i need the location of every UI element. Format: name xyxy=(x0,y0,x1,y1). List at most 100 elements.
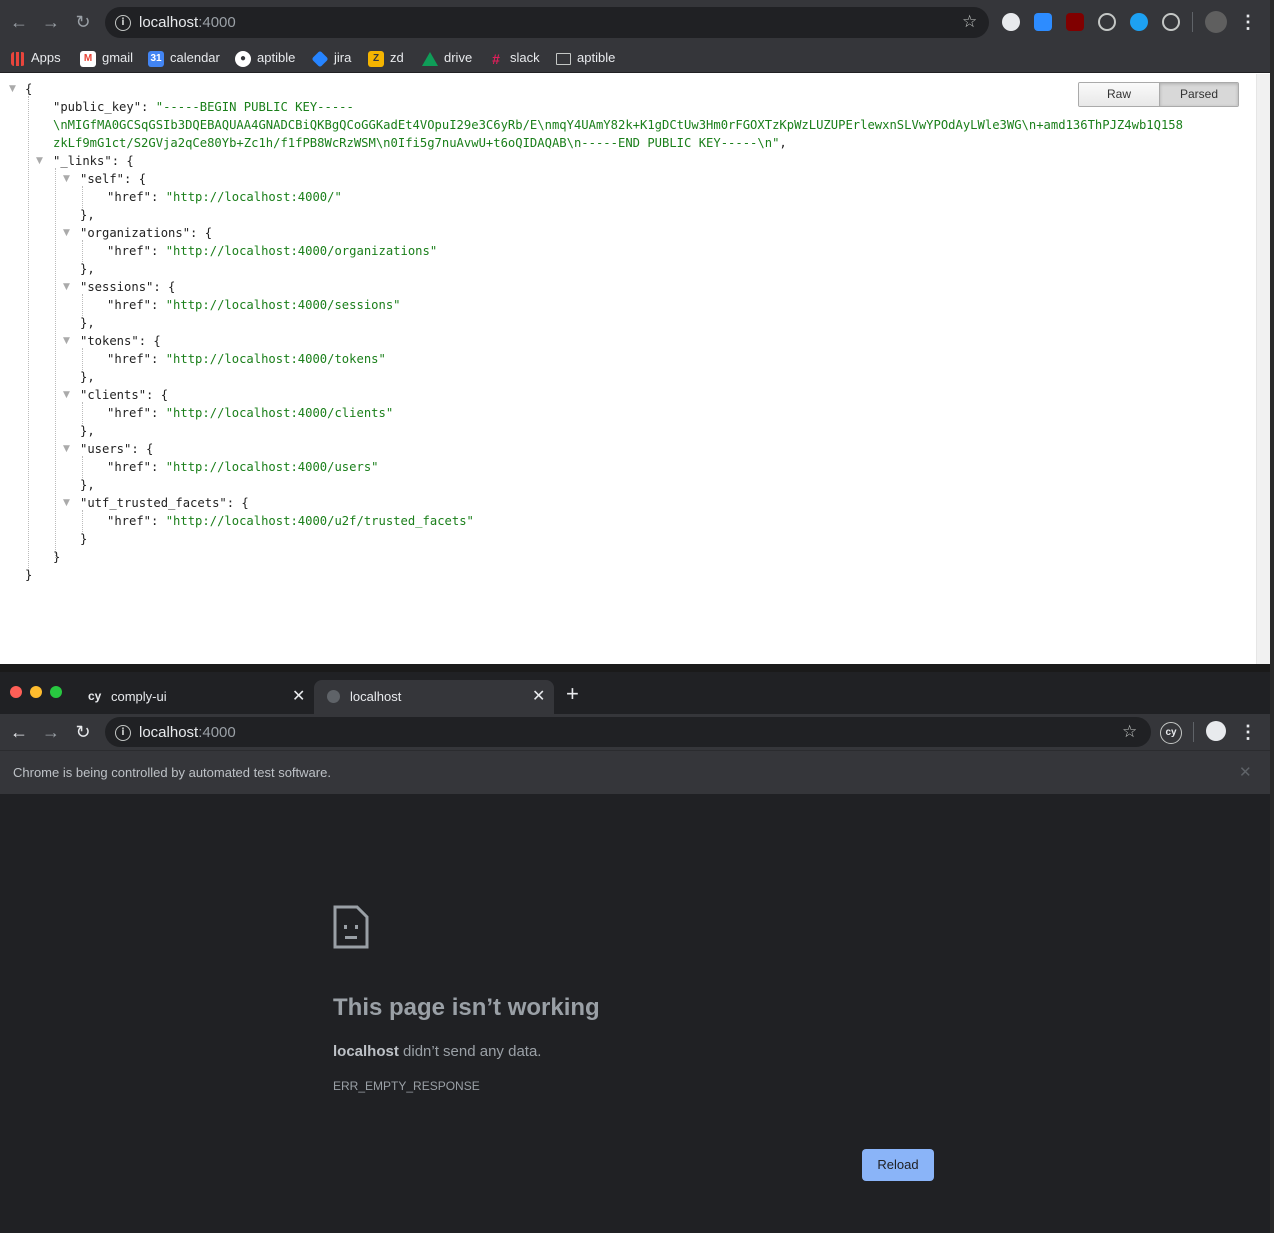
bookmark-apps[interactable]: Apps xyxy=(11,47,61,69)
json-public-key-cont: \nMIGfMA0GCSqGSIb3DQEBAQUAA4GNADCBiQKBgQ… xyxy=(53,118,1183,132)
bookmark-jira[interactable]: jira xyxy=(311,47,352,69)
back-arrow-icon[interactable]: ← xyxy=(9,722,29,742)
bookmark-label: zd xyxy=(390,50,404,65)
json-string: zkLf9mG1ct/S2GVja2qCe80Yb+Zc1h/f1fPB8WcR… xyxy=(53,136,780,150)
reload-icon[interactable]: ↻ xyxy=(73,12,93,32)
bookmarks-bar: Apps Mgmail 31 calendar ● aptible jira Zzd… xyxy=(0,44,1270,73)
json-href-line: "href": "http://localhost:4000/sessions" xyxy=(107,296,401,314)
close-window-button[interactable] xyxy=(10,686,22,698)
infobar-message: Chrome is being controlled by automated … xyxy=(13,765,331,780)
bottom-toolbar: ← → ↻ i localhost:4000 ☆ cy ⋮ xyxy=(0,714,1270,750)
zendesk-icon: Z xyxy=(368,50,384,67)
json-close-brace: }, xyxy=(80,316,95,330)
site-info-icon[interactable]: i xyxy=(115,15,131,31)
bookmark-star-icon[interactable]: ☆ xyxy=(962,12,977,32)
json-key: "href": xyxy=(107,352,166,366)
extension-icon-1[interactable] xyxy=(1002,13,1020,31)
collapse-triangle-icon[interactable]: ▼ xyxy=(63,228,70,238)
json-viewer: ▼ { "public_key": "-----BEGIN PUBLIC KEY… xyxy=(0,74,1256,664)
collapse-triangle-icon[interactable]: ▼ xyxy=(63,336,70,346)
bookmark-calendar[interactable]: 31 calendar xyxy=(148,47,220,69)
bookmark-zd[interactable]: Zzd xyxy=(368,47,404,69)
github-icon: ● xyxy=(235,50,251,67)
json-link-href[interactable]: "http://localhost:4000/u2f/trusted_facet… xyxy=(166,514,474,528)
tab-title: comply-ui xyxy=(111,689,167,704)
close-tab-icon[interactable]: ✕ xyxy=(532,686,545,706)
json-link-key: "sessions": { xyxy=(80,280,176,294)
infobar-close-icon[interactable]: ✕ xyxy=(1239,763,1252,781)
bookmark-aptible-folder[interactable]: aptible xyxy=(556,47,615,69)
cypress-extension-icon[interactable]: cy xyxy=(1160,722,1182,744)
json-key: "href": xyxy=(107,460,166,474)
json-link-key: "clients": { xyxy=(80,388,169,402)
bottom-browser-window: cy comply-ui ✕ localhost ✕ + ← → ↻ i loc… xyxy=(0,672,1270,1233)
json-href-line: "href": "http://localhost:4000/clients" xyxy=(107,404,393,422)
json-link-href[interactable]: "http://localhost:4000/clients" xyxy=(166,406,393,420)
json-key: "href": xyxy=(107,514,166,528)
bookmark-star-icon[interactable]: ☆ xyxy=(1122,722,1137,742)
zoom-extension-icon[interactable] xyxy=(1034,13,1052,31)
tab-comply-ui[interactable]: cy comply-ui ✕ xyxy=(78,680,312,714)
close-tab-icon[interactable]: ✕ xyxy=(292,686,305,706)
desktop-edge xyxy=(1270,0,1274,1233)
json-link-href[interactable]: "http://localhost:4000/tokens" xyxy=(166,352,386,366)
menu-kebab-icon[interactable]: ⋮ xyxy=(1238,12,1258,32)
vertical-scrollbar[interactable] xyxy=(1256,74,1270,664)
back-arrow-icon[interactable]: ← xyxy=(9,12,29,32)
profile-avatar[interactable] xyxy=(1205,11,1227,33)
parsed-button[interactable]: Parsed xyxy=(1160,83,1238,106)
json-close-brace: } xyxy=(53,550,61,564)
json-link-href[interactable]: "http://localhost:4000/sessions" xyxy=(166,298,401,312)
collapse-triangle-icon[interactable]: ▼ xyxy=(9,84,16,94)
json-key: "href": xyxy=(107,244,166,258)
json-link-key: "self": { xyxy=(80,172,147,186)
indent-guide xyxy=(55,168,56,558)
extension-icon-6[interactable] xyxy=(1162,13,1180,31)
bookmark-drive[interactable]: drive xyxy=(422,47,472,69)
bookmark-label: drive xyxy=(444,50,473,65)
address-bar[interactable]: i localhost:4000 ☆ xyxy=(105,7,989,38)
collapse-triangle-icon[interactable]: ▼ xyxy=(63,174,70,184)
extension-icon-5[interactable] xyxy=(1130,13,1148,31)
collapse-triangle-icon[interactable]: ▼ xyxy=(63,444,70,454)
top-toolbar: ← → ↻ i localhost:4000 ☆ ⋮ xyxy=(0,0,1270,44)
bookmark-label: calendar xyxy=(170,50,220,65)
calendar-icon: 31 xyxy=(148,50,164,67)
react-devtools-icon[interactable] xyxy=(1098,13,1116,31)
json-href-line: "href": "http://localhost:4000/tokens" xyxy=(107,350,386,368)
site-info-icon[interactable]: i xyxy=(115,725,131,741)
json-link-href[interactable]: "http://localhost:4000/" xyxy=(166,190,342,204)
bookmark-slack[interactable]: # slack xyxy=(488,47,540,69)
tab-localhost[interactable]: localhost ✕ xyxy=(314,680,554,714)
json-link-href[interactable]: "http://localhost:4000/organizations" xyxy=(166,244,438,258)
error-page: This page isn’t working localhost didn’t… xyxy=(0,794,1270,1233)
forward-arrow-icon[interactable]: → xyxy=(41,12,61,32)
collapse-triangle-icon[interactable]: ▼ xyxy=(36,156,43,166)
json-comma: , xyxy=(779,136,787,150)
json-link-key: "organizations": { xyxy=(80,226,213,240)
json-string: "-----BEGIN PUBLIC KEY----- xyxy=(155,100,354,114)
json-link-href[interactable]: "http://localhost:4000/users" xyxy=(166,460,379,474)
reload-icon[interactable]: ↻ xyxy=(73,722,93,742)
ublock-extension-icon[interactable] xyxy=(1066,13,1084,31)
bookmark-label: jira xyxy=(334,50,352,65)
collapse-triangle-icon[interactable]: ▼ xyxy=(63,390,70,400)
reload-button[interactable]: Reload xyxy=(862,1149,934,1181)
menu-kebab-icon[interactable]: ⋮ xyxy=(1238,722,1258,742)
zoom-window-button[interactable] xyxy=(50,686,62,698)
forward-arrow-icon[interactable]: → xyxy=(41,722,61,742)
address-bar[interactable]: i localhost:4000 ☆ xyxy=(105,717,1151,747)
json-close-brace: }, xyxy=(80,424,95,438)
raw-button[interactable]: Raw xyxy=(1079,83,1160,106)
profile-avatar-icon[interactable] xyxy=(1206,721,1226,741)
bookmark-aptible-github[interactable]: ● aptible xyxy=(235,47,295,69)
bookmark-gmail[interactable]: Mgmail xyxy=(80,47,133,69)
new-tab-icon[interactable]: + xyxy=(566,683,579,705)
minimize-window-button[interactable] xyxy=(30,686,42,698)
collapse-triangle-icon[interactable]: ▼ xyxy=(63,498,70,508)
address-url: localhost:4000 xyxy=(139,724,236,741)
window-gap xyxy=(0,664,1270,672)
json-href-line: "href": "http://localhost:4000/users" xyxy=(107,458,379,476)
collapse-triangle-icon[interactable]: ▼ xyxy=(63,282,70,292)
jira-icon xyxy=(311,50,329,68)
